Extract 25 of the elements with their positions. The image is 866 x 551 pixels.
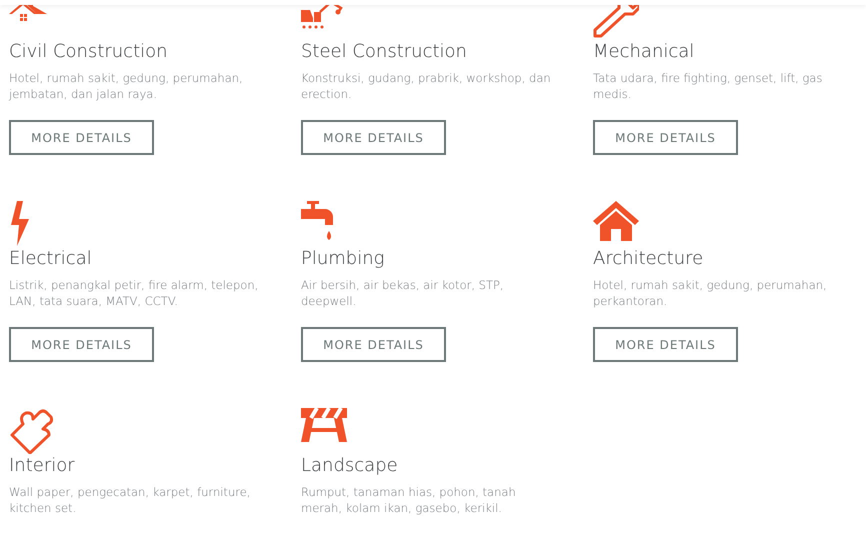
service-description: Rumput, tanaman hias, pohon, tanah merah, kolam ikan, gasebo, kerikil. <box>301 485 517 516</box>
service-title: Civil Construction <box>9 41 169 63</box>
service-title: Landscape <box>301 455 399 477</box>
more-details-button[interactable]: MORE DETAILS <box>9 120 154 155</box>
lightning-icon <box>9 201 31 246</box>
more-details-button[interactable]: MORE DETAILS <box>301 327 446 362</box>
service-description: Tata udara, fire fighting, genset, lift, gas medis. <box>593 71 824 102</box>
service-title: Architecture <box>593 248 704 270</box>
service-description: Konstruksi, gudang, prabrik, workshop, dan erection. <box>301 71 551 102</box>
service-title: Mechanical <box>593 41 696 63</box>
service-description: Wall paper, pengecatan, karpet, furniture, kitchen set. <box>9 485 252 516</box>
more-details-button[interactable]: MORE DETAILS <box>593 120 738 155</box>
service-title: Steel Construction <box>301 41 468 63</box>
service-description: Hotel, rumah sakit, gedung, perumahan, jembatan, dan jalan raya. <box>9 71 244 102</box>
service-title: Plumbing <box>301 248 386 270</box>
service-title: Interior <box>9 455 76 477</box>
service-description: Listrik, penangkal petir, fire alarm, telepon, LAN, tata suara, MATV, CCTV. <box>9 278 259 309</box>
barrier-icon <box>301 408 347 442</box>
more-details-button[interactable]: MORE DETAILS <box>301 120 446 155</box>
service-description: Hotel, rumah sakit, gedung, perumahan, perkantoran. <box>593 278 828 309</box>
service-title: Electrical <box>9 248 93 270</box>
house-icon <box>593 201 639 241</box>
more-details-button[interactable]: MORE DETAILS <box>593 327 738 362</box>
more-details-button[interactable]: MORE DETAILS <box>9 327 154 362</box>
service-description: Air bersih, air bekas, air kotor, STP, deepwell. <box>301 278 505 309</box>
